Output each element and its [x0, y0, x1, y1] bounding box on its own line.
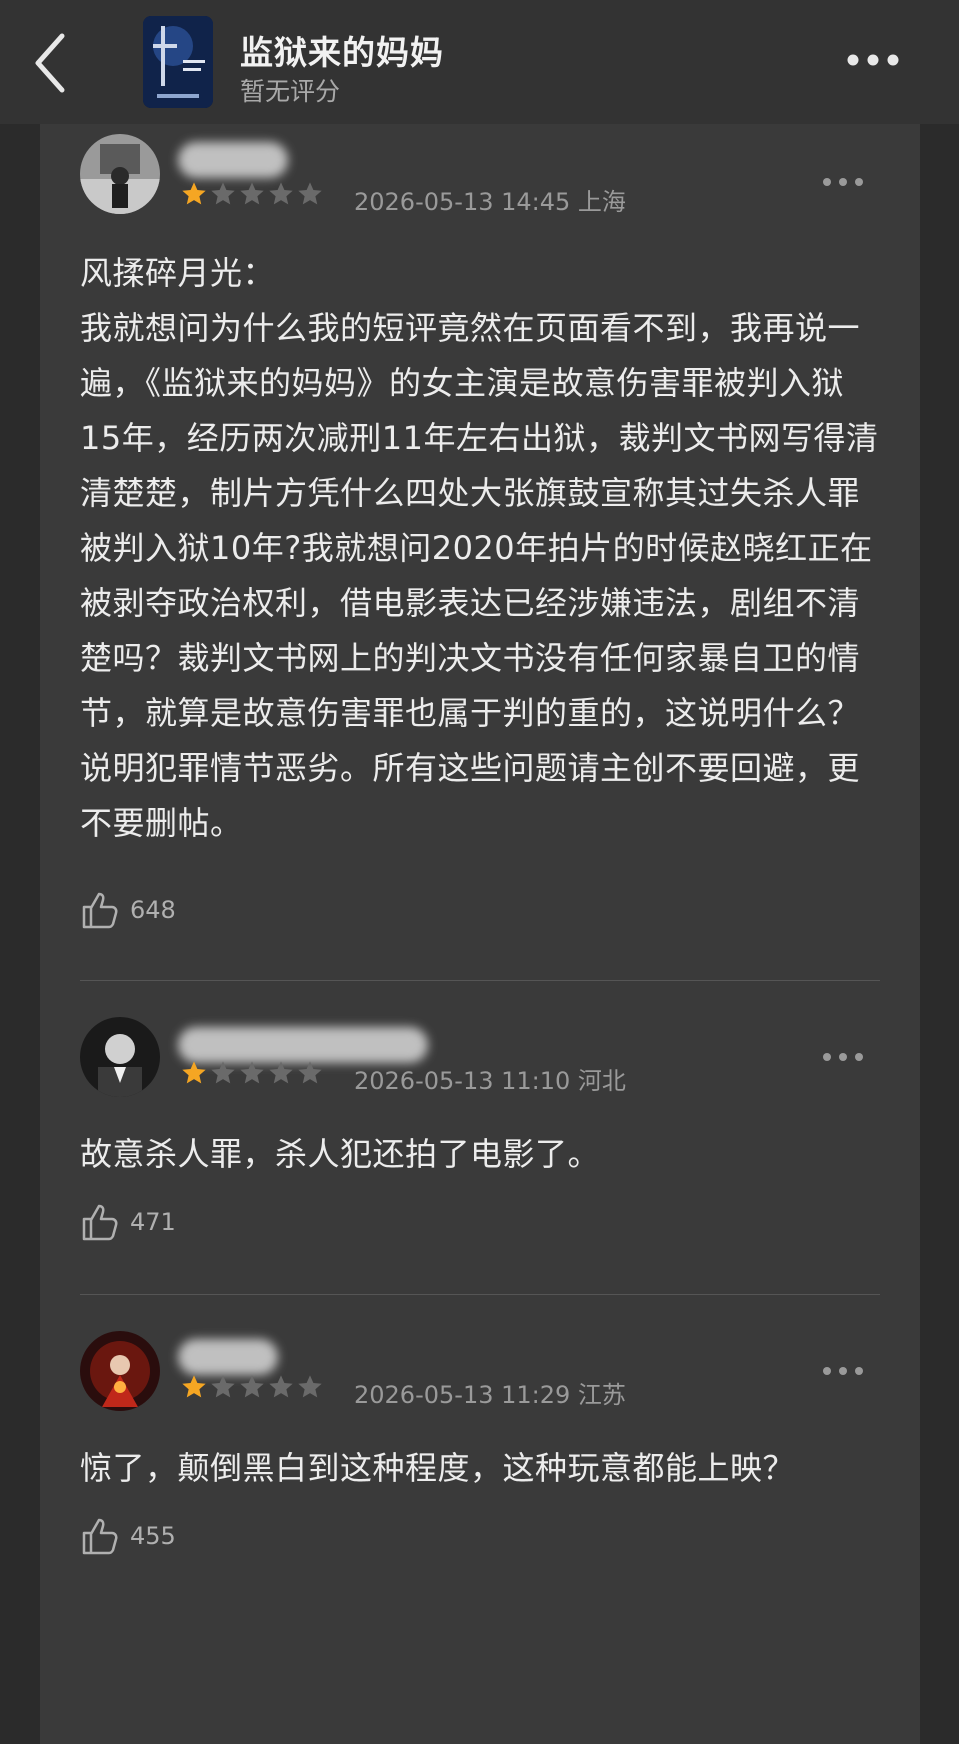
- more-options-icon[interactable]: [843, 40, 903, 80]
- star-rating: [180, 1059, 324, 1089]
- movie-poster-thumbnail[interactable]: [143, 16, 213, 108]
- divider: [80, 1294, 880, 1295]
- rating-status: 暂无评分: [240, 77, 341, 106]
- back-arrow-icon[interactable]: [30, 28, 80, 98]
- review-location: 河北: [577, 1067, 626, 1095]
- star-rating: [180, 1373, 324, 1403]
- username-blurred[interactable]: [178, 1339, 278, 1375]
- review-meta: 2026-05-13 11:10 河北: [354, 1061, 626, 1096]
- star-icon: [269, 1061, 293, 1084]
- star-icon: [269, 1375, 293, 1398]
- like-count: 648: [130, 896, 176, 924]
- star-icon: [182, 1061, 206, 1084]
- star-icon: [211, 1061, 235, 1084]
- star-icon: [182, 182, 206, 205]
- star-icon: [298, 1375, 322, 1398]
- thumbs-up-icon: [82, 892, 118, 929]
- star-icon: [240, 182, 264, 205]
- star-icon: [240, 1375, 264, 1398]
- review-text: 惊了，颠倒黑白到这种程度，这种玩意都能上映？: [80, 1449, 796, 1487]
- username-blurred[interactable]: [178, 142, 288, 178]
- username-blurred[interactable]: [178, 1027, 428, 1063]
- avatar[interactable]: [80, 1331, 160, 1411]
- star-icon: [298, 182, 322, 205]
- like-button[interactable]: 455: [80, 1513, 176, 1559]
- like-button[interactable]: 471: [80, 1199, 176, 1245]
- review-more-icon[interactable]: [820, 1361, 866, 1381]
- thumbs-up-icon: [82, 1204, 118, 1241]
- star-icon: [240, 1061, 264, 1084]
- star-rating: [180, 180, 324, 210]
- avatar[interactable]: [80, 1017, 160, 1097]
- review-list: 2026-05-13 14:45 上海 风揉碎月光： 我就想问为什么我的短评竟然…: [40, 124, 920, 1744]
- movie-title: 监狱来的妈妈: [240, 33, 444, 72]
- like-count: 455: [130, 1522, 176, 1550]
- like-count: 471: [130, 1208, 176, 1236]
- review-more-icon[interactable]: [820, 172, 866, 192]
- review-datetime: 2026-05-13 11:29: [354, 1381, 571, 1409]
- review-text: 故意杀人罪，杀人犯还拍了电影了。: [80, 1135, 601, 1173]
- review-meta: 2026-05-13 14:45 上海: [354, 182, 626, 217]
- like-button[interactable]: 648: [80, 887, 176, 933]
- review-location: 江苏: [577, 1381, 626, 1409]
- star-icon: [269, 182, 293, 205]
- top-bar: 监狱来的妈妈 暂无评分: [0, 0, 959, 124]
- review-more-icon[interactable]: [820, 1047, 866, 1067]
- divider: [80, 980, 880, 981]
- review-text: 风揉碎月光： 我就想问为什么我的短评竟然在页面看不到，我再说一遍，《监狱来的妈妈…: [80, 254, 879, 842]
- review-location: 上海: [577, 188, 626, 216]
- star-icon: [211, 182, 235, 205]
- review-datetime: 2026-05-13 14:45: [354, 188, 571, 216]
- review-meta: 2026-05-13 11:29 江苏: [354, 1375, 626, 1410]
- star-icon: [182, 1375, 206, 1398]
- review-datetime: 2026-05-13 11:10: [354, 1067, 571, 1095]
- thumbs-up-icon: [82, 1518, 118, 1555]
- star-icon: [211, 1375, 235, 1398]
- star-icon: [298, 1061, 322, 1084]
- avatar[interactable]: [80, 134, 160, 214]
